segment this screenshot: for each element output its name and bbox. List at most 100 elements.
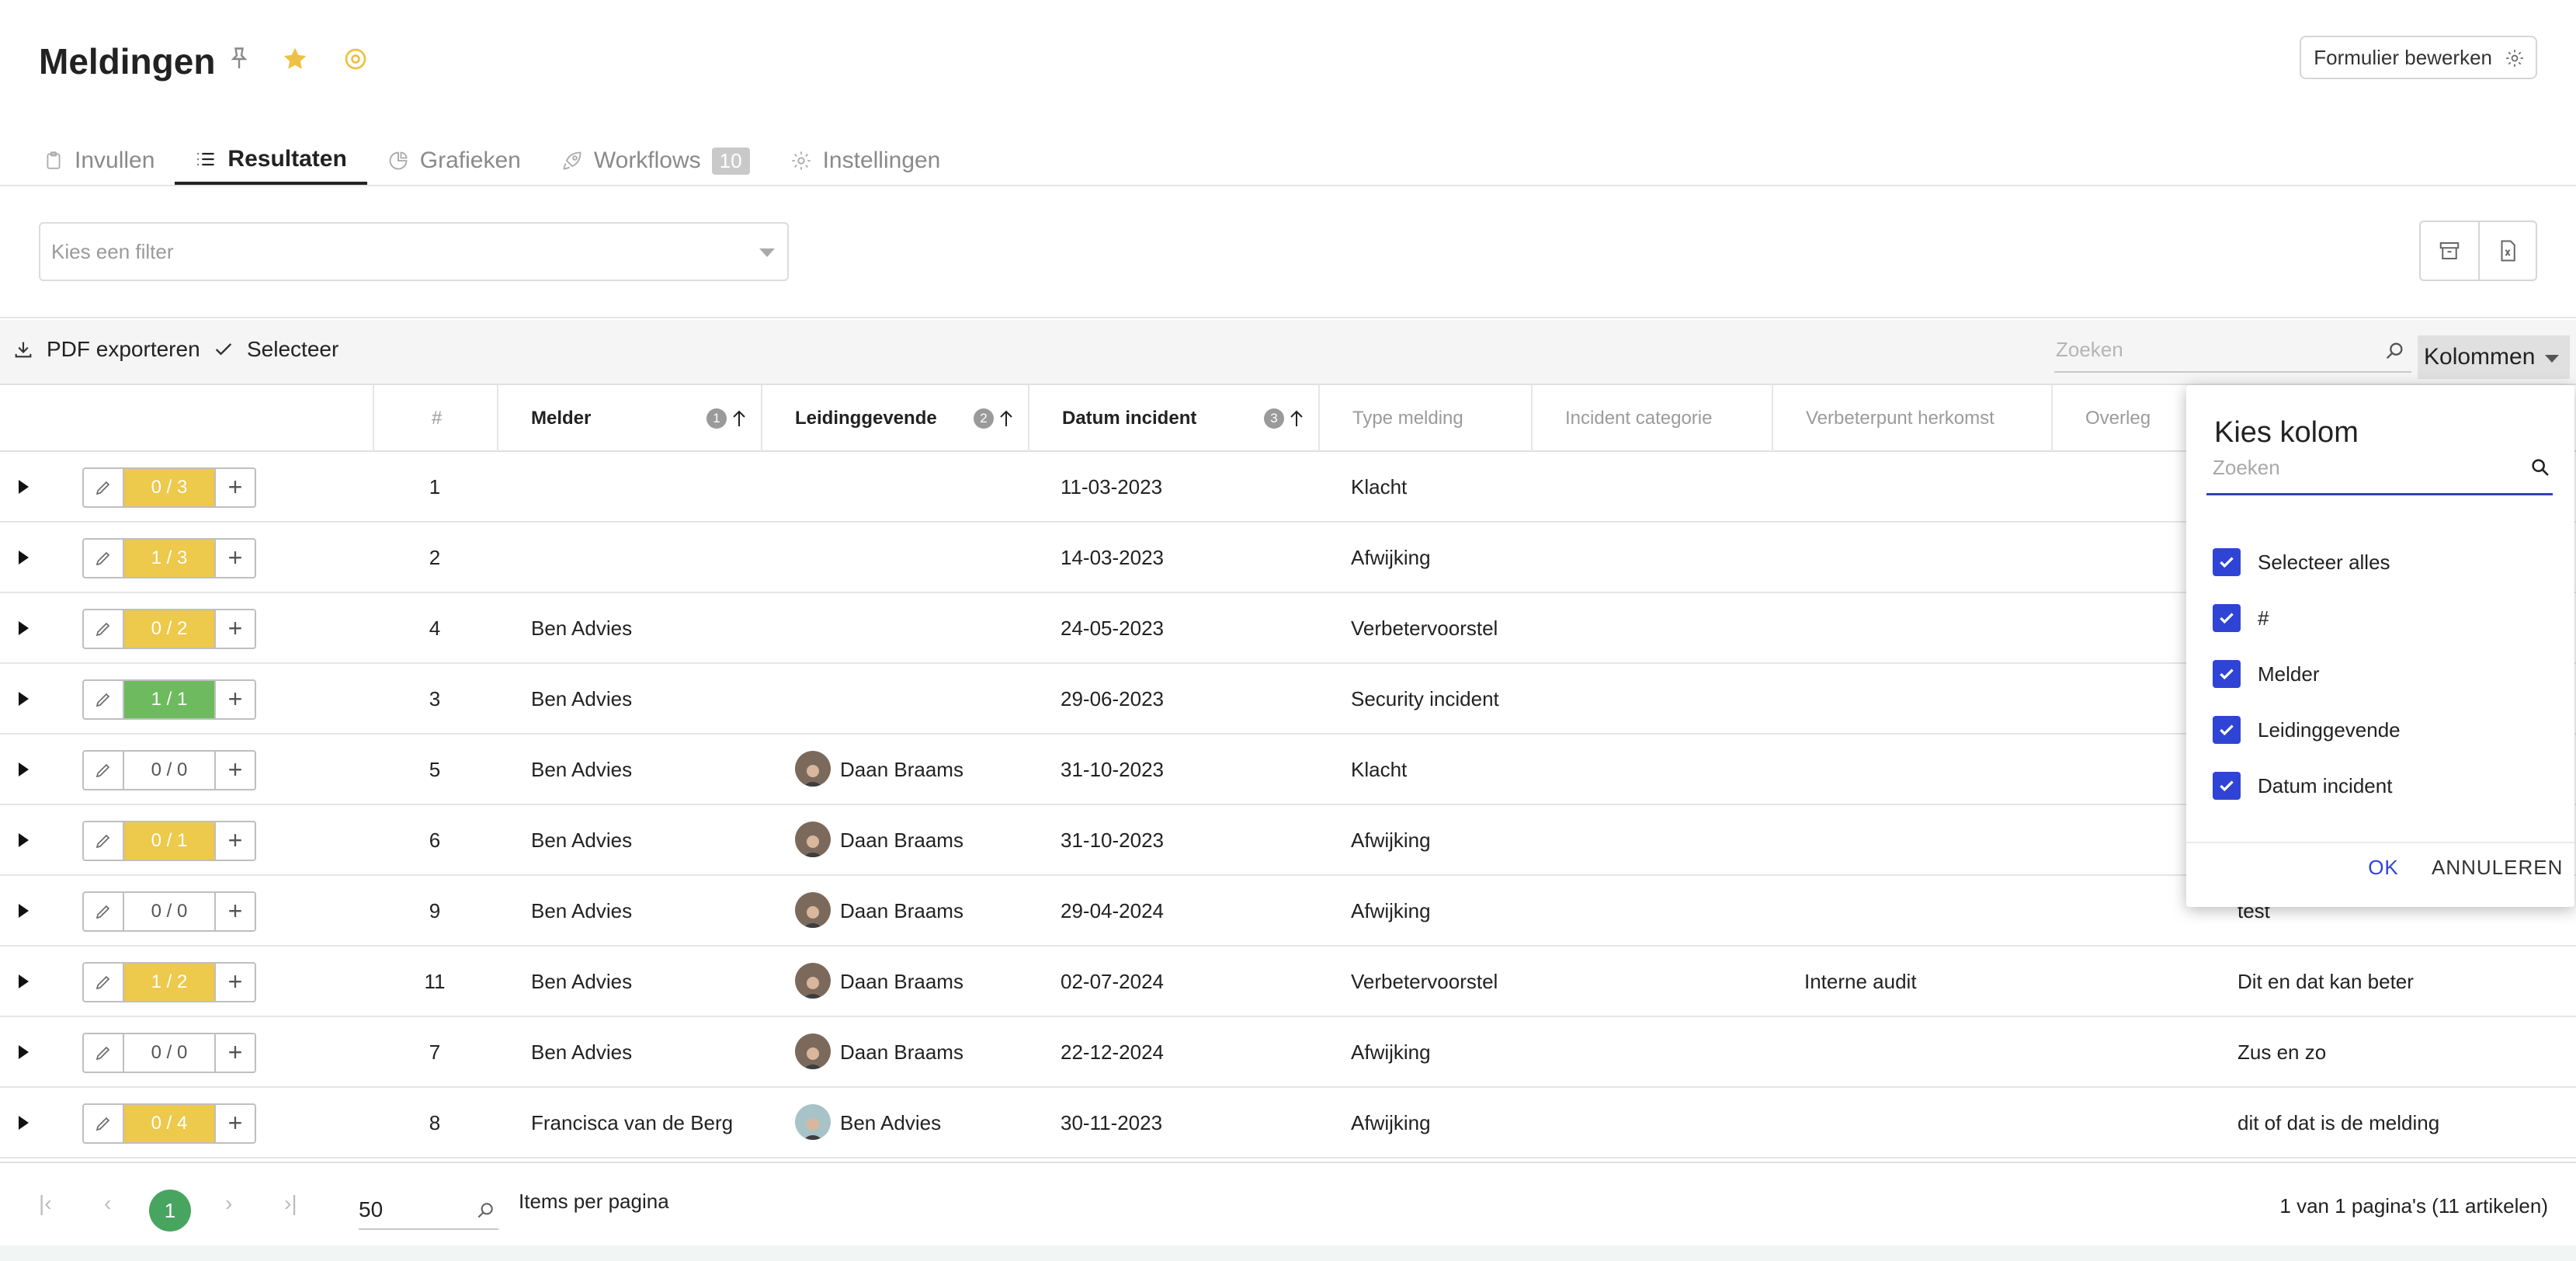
pdf-export-button[interactable]: PDF exporteren <box>12 337 200 362</box>
pencil-icon <box>95 1117 110 1131</box>
add-task-button[interactable]: + <box>214 752 255 789</box>
next-page-button[interactable]: › <box>225 1191 232 1216</box>
column-picker-title: Kies kolom <box>2214 416 2359 449</box>
last-page-button[interactable]: ›| <box>284 1191 297 1216</box>
add-task-button[interactable]: + <box>214 540 255 577</box>
tab-resultaten[interactable]: Resultaten <box>175 137 367 185</box>
tab-label: Grafieken <box>419 148 521 173</box>
edit-row-button[interactable] <box>84 822 124 860</box>
export-button-group <box>2419 221 2537 281</box>
expand-row-icon[interactable] <box>19 480 29 494</box>
table-row[interactable]: 0 / 4 +8 Francisca van de Berg Ben Advies 30… <box>0 1088 2576 1159</box>
checkbox-checked-icon[interactable] <box>2213 604 2241 632</box>
column-checkbox-item[interactable]: # <box>2213 604 2269 632</box>
column-checkbox-item[interactable]: Melder <box>2213 660 2319 688</box>
add-task-button[interactable]: + <box>214 893 255 930</box>
search-icon <box>477 1203 493 1218</box>
expand-row-icon[interactable] <box>19 551 29 564</box>
edit-row-button[interactable] <box>84 964 124 1001</box>
expand-row-icon[interactable] <box>19 833 29 847</box>
tab-label: Instellingen <box>822 148 941 173</box>
checkbox-checked-icon[interactable] <box>2213 772 2241 800</box>
filter-select[interactable]: Kies een filter <box>39 222 789 281</box>
prev-page-button[interactable]: ‹ <box>104 1191 111 1216</box>
columns-dropdown[interactable]: Kolommen <box>2418 335 2570 379</box>
edit-row-button[interactable] <box>84 681 124 718</box>
cell-leidinggevende: Daan Braams <box>795 876 963 947</box>
items-per-page-select[interactable]: 50 <box>359 1190 498 1230</box>
column-checkbox-item[interactable]: Leidinggevende <box>2213 716 2401 744</box>
task-progress-badge: 1 / 1 <box>124 681 214 718</box>
add-task-button[interactable]: + <box>214 610 255 648</box>
column-header-type[interactable]: Type melding <box>1318 385 1531 452</box>
expand-row-icon[interactable] <box>19 974 29 988</box>
avatar <box>795 963 831 999</box>
add-task-button[interactable]: + <box>214 681 255 718</box>
column-checkbox-item[interactable]: Selecteer alles <box>2213 548 2390 576</box>
current-page-button[interactable]: 1 <box>149 1190 191 1231</box>
workflow-count-badge: 10 <box>711 147 750 175</box>
edit-row-button[interactable] <box>84 893 124 930</box>
tab-invullen[interactable]: Invullen <box>23 137 175 185</box>
task-progress-badge: 0 / 3 <box>124 469 214 506</box>
edit-row-button[interactable] <box>84 469 124 506</box>
avatar <box>795 1033 831 1070</box>
cell-type: Klacht <box>1351 758 1408 781</box>
pin-icon[interactable] <box>225 45 253 73</box>
cell-datum: 14-03-2023 <box>1061 546 1164 569</box>
add-task-button[interactable]: + <box>214 469 255 506</box>
expand-row-icon[interactable] <box>19 763 29 776</box>
column-header-overleg[interactable]: Overleg <box>2051 385 2206 452</box>
add-task-button[interactable]: + <box>214 1105 255 1142</box>
excel-export-button[interactable] <box>2478 222 2536 280</box>
select-button[interactable]: Selecteer <box>213 337 338 362</box>
first-page-button[interactable]: |‹ <box>39 1191 52 1216</box>
column-header-leidinggevende[interactable]: Leidinggevende 2 <box>761 385 1028 452</box>
cell-nr: 5 <box>429 758 441 781</box>
cell-nr: 8 <box>429 1111 441 1134</box>
expand-row-icon[interactable] <box>19 1116 29 1130</box>
checkbox-checked-icon[interactable] <box>2213 548 2241 576</box>
add-task-button[interactable]: + <box>214 822 255 860</box>
edit-row-button[interactable] <box>84 752 124 789</box>
column-header-nr[interactable]: # <box>373 385 497 452</box>
ok-button[interactable]: OK <box>2360 856 2407 880</box>
column-checkbox-label: Melder <box>2258 662 2320 686</box>
archive-button[interactable] <box>2421 222 2478 280</box>
column-search-input[interactable]: Zoeken <box>2206 450 2553 495</box>
cell-datum: 30-11-2023 <box>1061 1111 1163 1134</box>
avatar <box>795 892 831 929</box>
target-icon[interactable] <box>342 45 370 73</box>
tab-label: Workflows <box>593 148 701 173</box>
table-row[interactable]: 1 / 2 +11 Ben Advies Daan Braams 02-07-2024 V… <box>0 947 2576 1017</box>
column-header-datum[interactable]: Datum incident 3 <box>1028 385 1318 452</box>
expand-row-icon[interactable] <box>19 692 29 706</box>
add-task-button[interactable]: + <box>214 964 255 1001</box>
tab-instellingen[interactable]: Instellingen <box>770 137 961 185</box>
column-header-melder[interactable]: Melder 1 <box>497 385 761 452</box>
checkbox-checked-icon[interactable] <box>2213 716 2241 744</box>
add-task-button[interactable]: + <box>214 1034 255 1072</box>
edit-row-button[interactable] <box>84 1034 124 1072</box>
edit-row-button[interactable] <box>84 1105 124 1142</box>
star-icon[interactable] <box>281 45 309 73</box>
column-checkbox-item[interactable]: Datum incident <box>2213 772 2392 800</box>
tab-workflows[interactable]: Workflows 10 <box>541 137 770 185</box>
expand-row-icon[interactable] <box>19 904 29 918</box>
column-header-herkomst[interactable]: Verbeterpunt herkomst <box>1772 385 2051 452</box>
expand-row-icon[interactable] <box>19 621 29 635</box>
expand-row-icon[interactable] <box>19 1045 29 1059</box>
edit-row-button[interactable] <box>84 540 124 577</box>
table-row[interactable]: 0 / 0 +7 Ben Advies Daan Braams 22-12-2024 Af… <box>0 1017 2576 1088</box>
checkbox-checked-icon[interactable] <box>2213 660 2241 688</box>
table-search-input[interactable]: Zoeken <box>2054 332 2411 373</box>
tab-grafieken[interactable]: Grafieken <box>367 137 541 185</box>
edit-row-button[interactable] <box>84 610 124 648</box>
cell-nr: 7 <box>429 1040 441 1064</box>
filter-bar: Kies een filter <box>0 188 2576 318</box>
cancel-button[interactable]: ANNULEREN <box>2432 856 2562 880</box>
cell-datum: 24-05-2023 <box>1061 617 1164 640</box>
gear-icon <box>2506 50 2523 67</box>
edit-form-button[interactable]: Formulier bewerken <box>2300 36 2537 79</box>
column-header-categorie[interactable]: Incident categorie <box>1531 385 1772 452</box>
